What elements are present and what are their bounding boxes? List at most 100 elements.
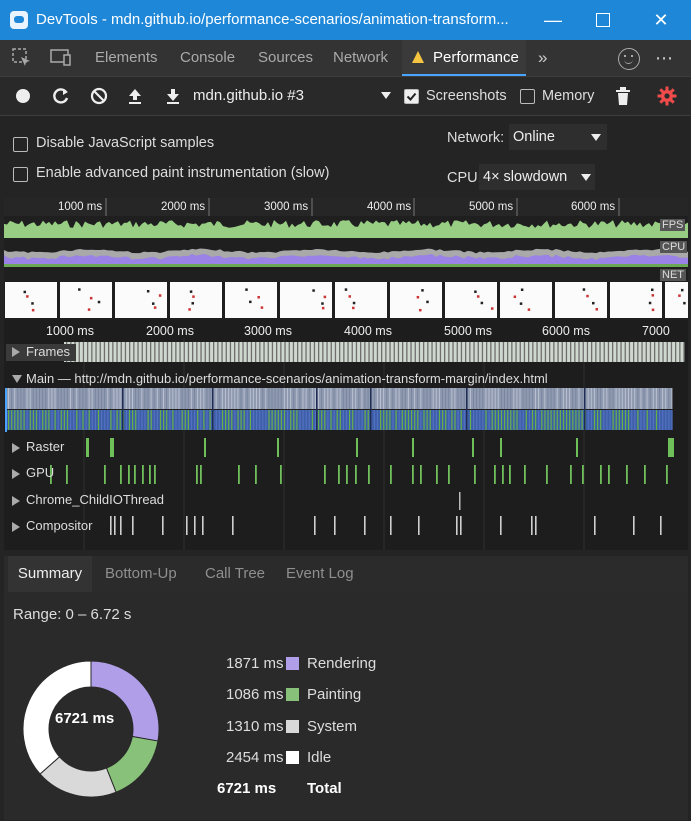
tab-network[interactable]: Network [333, 40, 388, 76]
frame-bar [649, 342, 652, 362]
main-task [417, 388, 419, 409]
delete-icon[interactable] [612, 85, 634, 107]
frame-bar [549, 342, 551, 362]
main-task [305, 388, 307, 409]
screenshot-dot [651, 308, 655, 312]
feedback-smiley-icon[interactable] [618, 48, 640, 70]
summary-panel: Range: 0 – 6.72 s 6721 ms 1871 ms Render… [4, 592, 688, 820]
main-thread-label: Main — http://mdn.github.io/performance-… [26, 371, 548, 386]
frame-bar [473, 342, 475, 362]
frame-bar [658, 342, 660, 362]
download-icon[interactable] [162, 85, 184, 107]
main-task [621, 388, 623, 409]
frame-bar [360, 342, 362, 362]
frame-bar [305, 342, 307, 362]
main-subtask [299, 410, 301, 430]
main-subtask [197, 410, 199, 430]
tab-event-log[interactable]: Event Log [286, 556, 354, 592]
main-task [314, 388, 316, 409]
screenshots-checkbox[interactable] [404, 89, 419, 104]
main-task [128, 388, 130, 409]
main-task [367, 388, 369, 409]
record-icon[interactable] [12, 85, 34, 107]
main-task [147, 388, 149, 409]
main-subtask [206, 410, 208, 430]
frame-bar [351, 342, 353, 362]
main-task [404, 388, 406, 409]
main-task [32, 388, 34, 409]
frames-track-header[interactable]: Frames [6, 344, 76, 361]
frame-bar [385, 342, 387, 362]
frame-bar [561, 342, 563, 362]
main-subtask [358, 410, 360, 430]
main-subtask [587, 410, 589, 430]
close-icon[interactable]: ✕ [646, 6, 676, 34]
main-subtask [113, 410, 115, 430]
tab-summary[interactable]: Summary [8, 556, 92, 592]
tab-elements[interactable]: Elements [95, 40, 158, 76]
network-throttle-select[interactable]: Online [509, 124, 607, 150]
timeline-flamechart[interactable]: 1000 ms 2000 ms 3000 ms 4000 ms 5000 ms … [4, 320, 688, 550]
frame-bar [284, 342, 286, 362]
compositor-bar [390, 516, 392, 535]
screenshot-dot [476, 295, 480, 298]
main-subtask [513, 410, 515, 430]
profile-select[interactable]: mdn.github.io #3 [193, 87, 304, 104]
frame-bar [91, 342, 93, 362]
more-tabs-icon[interactable]: » [538, 40, 547, 76]
screenshot-dot [348, 295, 352, 298]
io-thread-label: Chrome_ChildIOThread [26, 492, 165, 507]
main-subtask [451, 410, 453, 430]
network-throttle-label: Network: [447, 130, 505, 146]
gpu-bar [149, 465, 151, 484]
main-subtask [500, 410, 503, 430]
frame-bar [217, 342, 219, 362]
upload-icon[interactable] [124, 85, 146, 107]
painting-swatch [286, 688, 299, 701]
cpu-throttle-select[interactable]: 4× slowdown [479, 164, 595, 190]
capture-settings-gear-icon[interactable] [656, 85, 678, 107]
main-subtask [373, 410, 375, 430]
timeline-overview[interactable]: 1000 ms 2000 ms 3000 ms 4000 ms 5000 ms … [4, 198, 688, 320]
main-subtask [20, 410, 22, 430]
main-task [342, 388, 344, 409]
gpu-bar [570, 465, 572, 484]
more-options-icon[interactable]: ⋯ [655, 40, 674, 76]
maximize-icon[interactable] [588, 6, 618, 34]
collapse-triangle-icon [12, 375, 22, 383]
main-subtask [296, 410, 298, 430]
main-subtask [97, 410, 100, 430]
device-toolbar-icon[interactable] [50, 49, 72, 67]
tab-sources[interactable]: Sources [258, 40, 313, 76]
main-subtask [581, 410, 583, 430]
main-subtask [256, 410, 258, 430]
main-task [355, 388, 357, 409]
main-task [318, 388, 319, 409]
reload-record-icon[interactable] [50, 85, 72, 107]
main-subtask [209, 410, 211, 430]
frame-bar [200, 342, 202, 362]
devtools-tabs: Elements Console Sources Network Perform… [0, 40, 691, 77]
frame-bar [280, 342, 282, 362]
clear-icon[interactable] [88, 85, 110, 107]
main-subtask [438, 410, 441, 430]
memory-checkbox[interactable] [520, 89, 535, 104]
screenshot-thumbnail [170, 282, 222, 318]
main-subtask [11, 410, 13, 430]
tab-performance[interactable]: Performance [402, 40, 526, 76]
frame-bar [603, 342, 605, 362]
tab-call-tree[interactable]: Call Tree [205, 556, 265, 592]
tab-bottom-up[interactable]: Bottom-Up [105, 556, 177, 592]
disable-js-samples-checkbox[interactable] [13, 137, 28, 152]
tab-console[interactable]: Console [180, 40, 235, 76]
main-subtask [147, 410, 149, 430]
frame-bar [595, 342, 597, 362]
profile-dropdown-icon[interactable] [381, 92, 391, 99]
main-task [488, 388, 490, 409]
paint-instrumentation-checkbox[interactable] [13, 167, 28, 182]
inspect-element-icon[interactable] [12, 48, 32, 68]
minimize-icon[interactable]: — [538, 6, 568, 34]
frame-bar [255, 342, 257, 362]
main-task [380, 388, 381, 409]
main-task [451, 388, 453, 409]
